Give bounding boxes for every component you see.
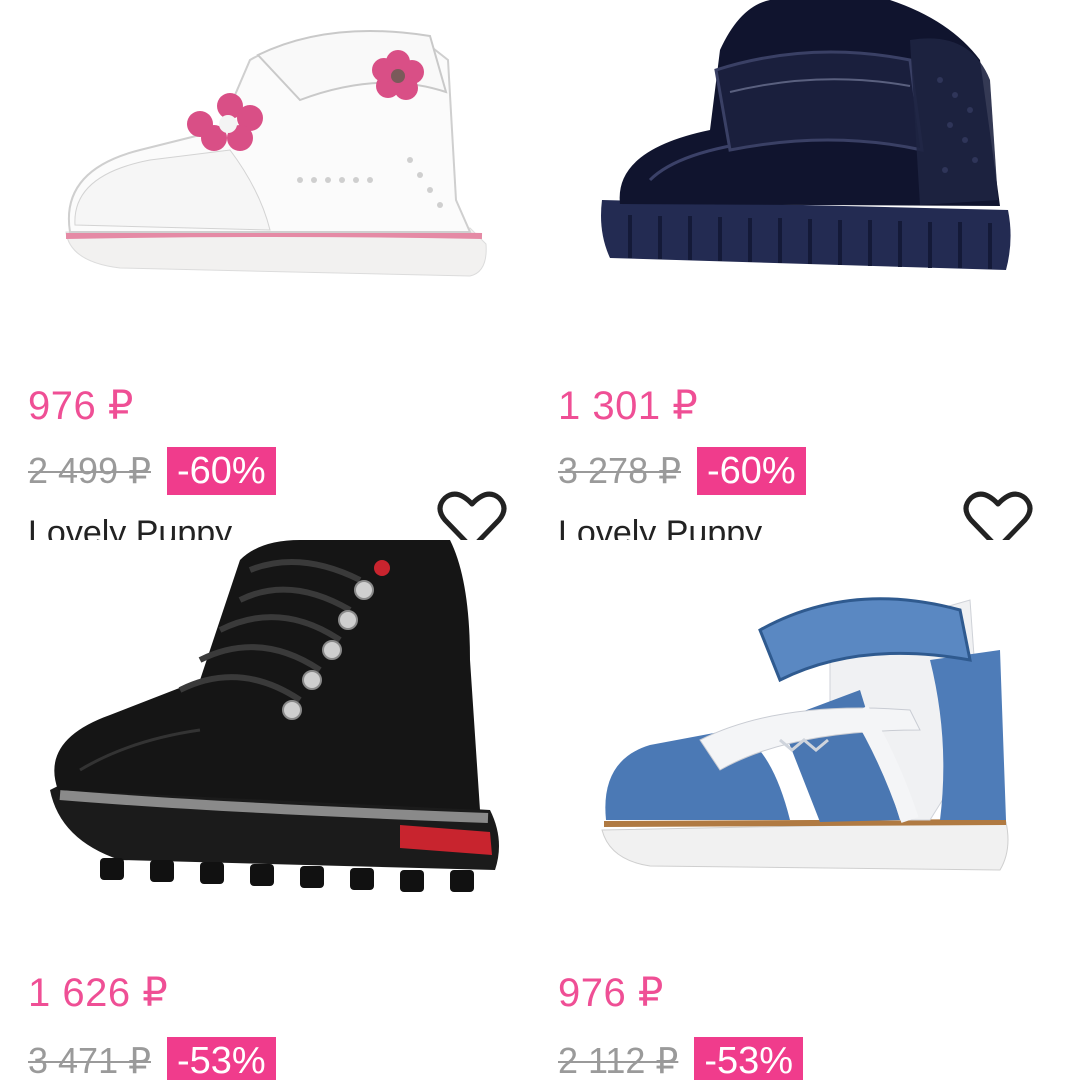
old-price-row: 2 499 ₽ -60% [28,447,276,495]
price: 976 ₽ [28,384,134,428]
discount-badge: -60% [167,447,276,495]
old-price: 2 112 ₽ [558,1040,679,1080]
price: 1 301 ₽ [558,384,699,428]
favorite-heart-icon[interactable] [437,490,507,540]
product-image-blue-sandal[interactable] [530,540,1060,900]
old-price-row: 3 471 ₽ -53% [28,1037,276,1080]
discount-badge: -53% [694,1037,804,1080]
discount-badge: -53% [167,1037,276,1080]
product-card[interactable]: 976 ₽ 2 499 ₽ -60% Lovely Puppy [0,0,530,540]
price: 976 ₽ [558,971,664,1015]
old-price: 2 499 ₽ [28,450,151,491]
product-image-navy-boot[interactable] [530,0,1060,340]
old-price-row: 3 278 ₽ -60% [558,447,806,495]
discount-badge: -60% [697,447,806,495]
old-price: 3 471 ₽ [28,1040,151,1080]
product-card[interactable]: 1 626 ₽ 3 471 ₽ -53% [0,540,530,1080]
product-card[interactable]: 976 ₽ 2 112 ₽ -53% [530,540,1060,1080]
price: 1 626 ₽ [28,971,169,1015]
favorite-heart-icon[interactable] [963,490,1033,540]
brand-name[interactable]: Lovely Puppy [28,514,232,540]
product-image-black-boot[interactable] [0,540,530,900]
old-price-row: 2 112 ₽ -53% [558,1037,804,1080]
product-card[interactable]: 1 301 ₽ 3 278 ₽ -60% Lovely Puppy [530,0,1060,540]
product-image-white-pink-shoe[interactable] [0,0,530,340]
product-grid: 976 ₽ 2 499 ₽ -60% Lovely Puppy 1 301 ₽ … [0,0,1080,1080]
brand-name[interactable]: Lovely Puppy [558,514,762,540]
old-price: 3 278 ₽ [558,450,681,491]
